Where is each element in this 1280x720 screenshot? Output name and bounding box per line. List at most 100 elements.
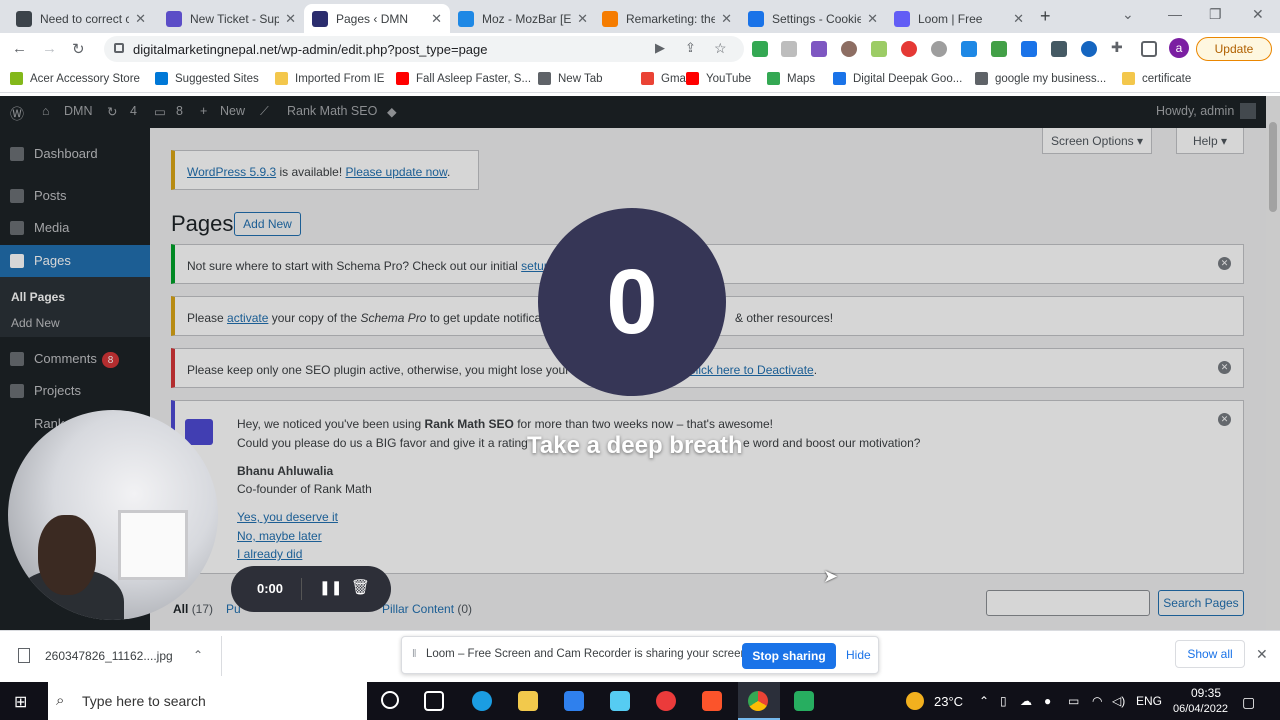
app-icon[interactable] (794, 691, 814, 711)
onedrive-icon[interactable]: ☁ (1020, 694, 1032, 708)
bookmark-item[interactable]: certificate (1122, 72, 1191, 85)
browser-tab[interactable]: Need to correct c ✕ (8, 4, 154, 33)
pause-icon[interactable]: ❚❚ (319, 579, 342, 596)
edge-icon[interactable] (472, 691, 492, 711)
extension-icon[interactable] (871, 41, 887, 57)
taskbar-search[interactable]: Type here to search (48, 682, 367, 720)
close-tab-icon[interactable]: ✕ (721, 11, 732, 27)
bookmark-item[interactable]: Imported From IE (275, 72, 384, 85)
close-tab-icon[interactable]: ✕ (285, 11, 296, 27)
globe-icon[interactable] (931, 41, 947, 57)
windows-start-icon[interactable]: ⊞ (14, 692, 27, 712)
tab-title: New Ticket - Sup (190, 11, 280, 26)
star-icon[interactable]: ☆ (714, 40, 727, 57)
stop-sharing-button[interactable]: Stop sharing (742, 643, 836, 669)
back-icon[interactable]: ← (12, 40, 27, 57)
webcam-bubble[interactable] (8, 410, 218, 620)
language-indicator[interactable]: ENG (1136, 694, 1162, 708)
extension-icon[interactable] (811, 41, 827, 57)
cortana-icon[interactable] (381, 691, 399, 709)
trash-icon[interactable]: 🗑 (351, 578, 370, 596)
cookie-icon[interactable] (841, 41, 857, 57)
lock-icon[interactable] (114, 43, 124, 53)
sidepanel-icon[interactable] (1141, 41, 1157, 57)
share-icon[interactable]: ⇪ (685, 40, 696, 56)
tray-chevron-icon[interactable]: ⌃ (979, 694, 989, 708)
browser-tab[interactable]: Remarketing: the ✕ (594, 4, 740, 33)
bookmark-item[interactable]: New Tab (538, 72, 603, 85)
extension-icon[interactable] (901, 41, 917, 57)
wifi-icon[interactable]: ◠ (1092, 694, 1102, 708)
forward-icon[interactable]: → (42, 40, 57, 57)
bookmark-item[interactable]: Gmail (641, 72, 691, 85)
bookmark-item[interactable]: Maps (767, 72, 815, 85)
store-icon[interactable] (564, 691, 584, 711)
share-banner-text: Loom – Free Screen and Cam Recorder is s… (426, 648, 751, 660)
browser-tab[interactable]: Moz - MozBar [E ✕ (450, 4, 596, 33)
rankmath-icon (312, 10, 328, 27)
download-filename[interactable]: 260347826_11162....jpg (45, 649, 173, 663)
battery-icon[interactable]: ▭ (1068, 694, 1079, 708)
tab-title: Pages ‹ DMN (336, 11, 409, 26)
clock-time[interactable]: 09:35 (1183, 686, 1229, 700)
weather-icon[interactable] (906, 692, 924, 710)
volume-icon[interactable]: ◁) (1112, 694, 1125, 708)
mail-icon[interactable] (610, 691, 630, 711)
reload-icon[interactable]: ↻ (72, 40, 85, 58)
extension-icon[interactable] (781, 41, 797, 57)
divider (221, 636, 222, 676)
task-view-icon[interactable] (424, 691, 444, 711)
bookmark-item[interactable]: Digital Deepak Goo... (833, 72, 962, 85)
browser-tab[interactable]: New Ticket - Sup ✕ (158, 4, 304, 33)
tab-title: Need to correct c (40, 11, 130, 26)
extension-icon[interactable] (961, 41, 977, 57)
browser-tab[interactable]: Loom | Free ✕ (886, 4, 1032, 33)
new-tab-button[interactable]: + (1040, 6, 1051, 27)
close-tab-icon[interactable]: ✕ (1013, 11, 1024, 27)
profile-avatar[interactable]: a (1169, 38, 1189, 58)
update-button[interactable]: Update (1196, 37, 1272, 61)
hide-button[interactable]: Hide (846, 648, 871, 662)
temperature[interactable]: 23°C (934, 694, 963, 709)
bookmark-item[interactable]: Fall Asleep Faster, S... (396, 72, 531, 85)
close-icon[interactable]: ✕ (1256, 646, 1268, 663)
clock-date[interactable]: 06/04/2022 (1173, 703, 1228, 715)
chevron-up-icon[interactable]: ⌃ (193, 648, 203, 662)
browser-tab[interactable]: Pages ‹ DMN ✕ (304, 4, 450, 33)
search-placeholder: Type here to search (82, 693, 206, 709)
close-tab-icon[interactable]: ✕ (867, 11, 878, 27)
opera-icon[interactable] (656, 691, 676, 711)
close-tab-icon[interactable]: ✕ (577, 11, 588, 27)
brave-icon[interactable] (702, 691, 722, 711)
browser-tab[interactable]: Settings - Cookie ✕ (740, 4, 886, 33)
url-text[interactable]: digitalmarketingnepal.net/wp-admin/edit.… (133, 42, 488, 57)
file-explorer-icon[interactable] (518, 691, 538, 711)
bookmark-item[interactable]: Suggested Sites (155, 72, 259, 85)
bookmark-item[interactable]: Acer Accessory Store (10, 72, 140, 85)
moz-icon (458, 10, 474, 27)
extension-icon[interactable] (752, 41, 768, 57)
puzzle-icon[interactable]: ✚ (1111, 39, 1123, 56)
chrome-icon[interactable] (748, 691, 768, 711)
bookmark-item[interactable]: google my business... (975, 72, 1106, 85)
notifications-icon[interactable]: ▢ (1242, 694, 1255, 711)
close-window-button[interactable]: ✕ (1252, 6, 1264, 23)
extension-icon[interactable] (1021, 41, 1037, 57)
close-tab-icon[interactable]: ✕ (431, 11, 442, 27)
restore-button[interactable]: ❐ (1209, 6, 1222, 23)
show-all-button[interactable]: Show all (1175, 640, 1245, 668)
minimize-button[interactable]: — (1168, 6, 1182, 22)
camera-icon[interactable]: ▶ (655, 40, 665, 56)
extension-icon[interactable] (991, 41, 1007, 57)
drag-handle-icon[interactable]: ‖ (412, 648, 417, 660)
close-tab-icon[interactable]: ✕ (135, 11, 146, 27)
bookmark-icon (538, 72, 551, 85)
tray-phone-icon[interactable]: ▯ (1000, 694, 1007, 708)
gear-icon (748, 10, 764, 27)
mic-icon[interactable]: ● (1044, 694, 1051, 708)
tab-search-icon[interactable]: ⌄ (1122, 6, 1134, 23)
bookmark-label: google my business... (995, 72, 1107, 85)
extension-icon[interactable] (1081, 41, 1097, 57)
extension-icon[interactable] (1051, 41, 1067, 57)
bookmark-item[interactable]: YouTube (686, 72, 751, 85)
